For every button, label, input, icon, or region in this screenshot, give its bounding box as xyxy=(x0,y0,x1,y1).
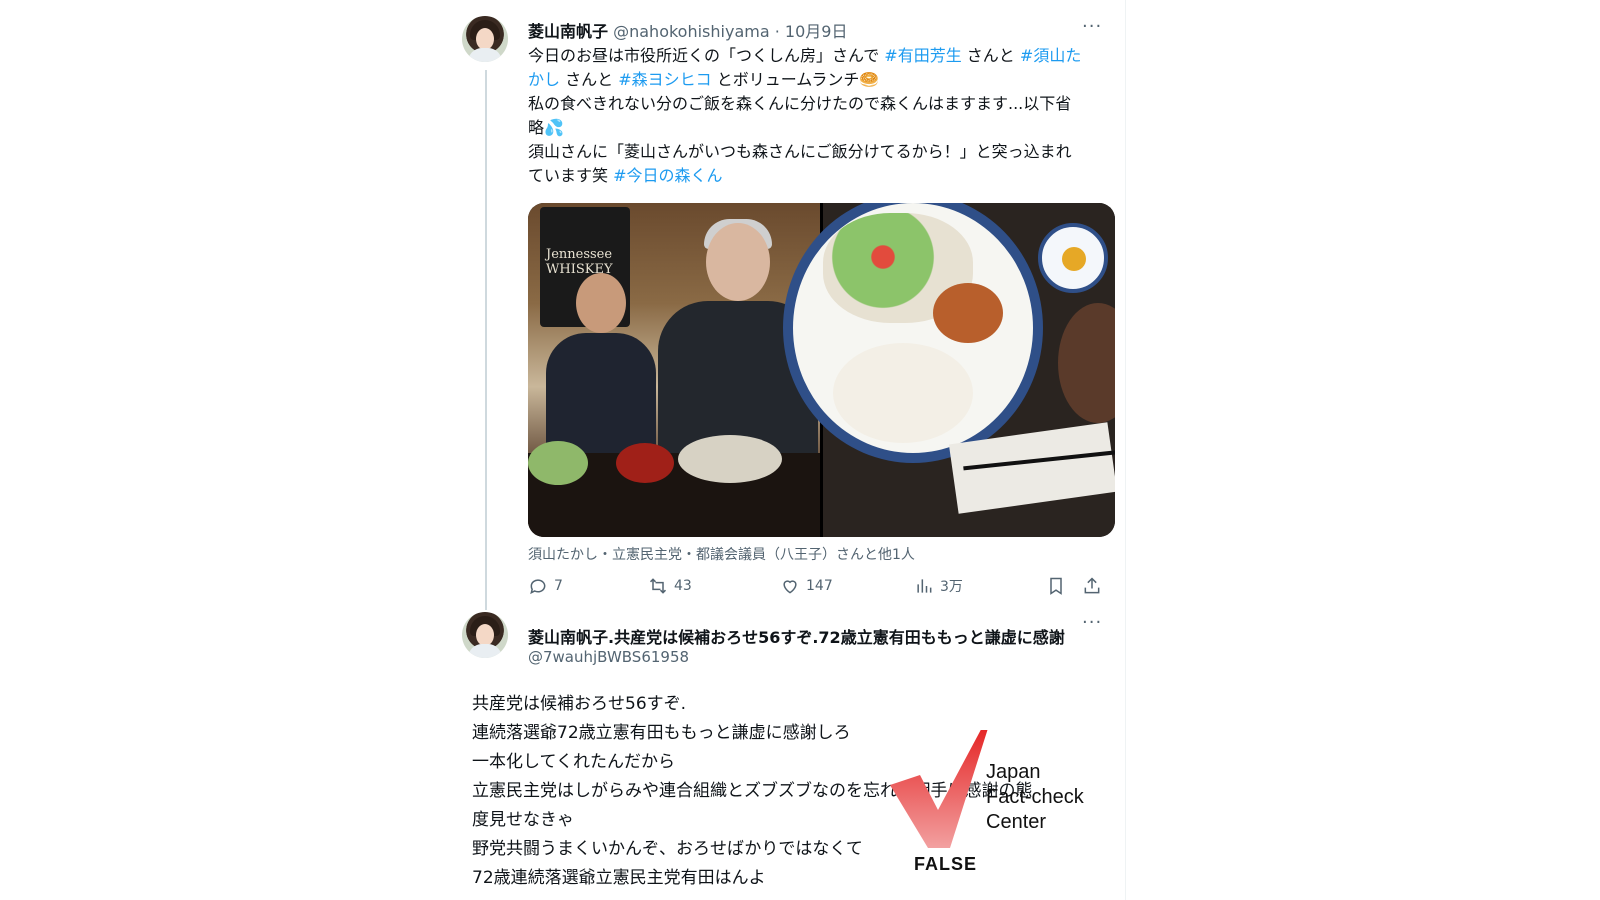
tweet-text-line: ています笑 #今日の森くん xyxy=(528,164,1103,188)
avatar[interactable] xyxy=(462,612,508,658)
org-name: Japan Fact-check Center xyxy=(986,760,1084,835)
hashtag-link[interactable]: かし xyxy=(528,70,560,89)
avatar[interactable] xyxy=(462,16,508,62)
display-name[interactable]: 菱山南帆子.共産党は候補おろせ56すぞ.72歳立憲有田ももっと謙虚に感謝 xyxy=(528,624,1065,648)
bookmark-icon xyxy=(1050,577,1062,595)
thread-connector-line xyxy=(485,70,487,610)
text-segment: とボリュームランチ🥯 xyxy=(711,70,880,89)
views-button[interactable]: 3万 xyxy=(914,576,963,596)
share-icon xyxy=(1084,577,1100,594)
tweet-media[interactable]: Jennessee WHISKEY xyxy=(528,203,1115,537)
action-bar: 7 43 147 3万 xyxy=(528,576,1116,600)
analytics-icon xyxy=(917,579,932,593)
verdict-label: FALSE xyxy=(914,854,978,874)
like-button[interactable]: 147 xyxy=(780,576,833,596)
display-name[interactable]: 菱山南帆子 xyxy=(528,22,608,41)
share-button[interactable] xyxy=(1082,576,1102,596)
tweet-text-line: 略💦 xyxy=(528,116,1103,140)
media-tag-caption[interactable]: 須山たかし・立憲民主党・都議会議員（八王子）さんと他1人 xyxy=(528,544,915,564)
bookmark-button[interactable] xyxy=(1046,576,1066,596)
text-segment: ています笑 xyxy=(528,166,614,185)
retweet-icon xyxy=(649,578,667,594)
text-segment: 私の食べきれない分のご飯を森くんに分けたので森くんはますます...以下省 xyxy=(528,94,1072,113)
text-segment: 今日のお昼は市役所近くの「つくしん房」さんで xyxy=(528,46,885,65)
tweet-text-line: 共産党は候補おろせ56すぞ. xyxy=(472,694,687,714)
more-options-icon[interactable]: ··· xyxy=(1082,16,1102,37)
org-line: Japan xyxy=(986,761,1041,783)
reply-count: 7 xyxy=(554,578,563,594)
tweet-text-line: 私の食べきれない分のご飯を森くんに分けたので森くんはますます...以下省 xyxy=(528,92,1103,116)
tweet-header: 菱山南帆子 @nahokohishiyama · 10月9日 xyxy=(528,18,847,42)
more-options-icon[interactable]: ··· xyxy=(1082,612,1102,633)
view-count: 3万 xyxy=(940,579,963,595)
photo-lunch-group[interactable]: Jennessee WHISKEY xyxy=(528,203,820,537)
hashtag-link[interactable]: #有田芳生 xyxy=(884,46,961,65)
org-line: Center xyxy=(986,811,1047,833)
fact-check-stamp: FALSE Japan Fact-check Center xyxy=(890,730,1120,890)
reply-icon xyxy=(530,579,546,595)
photo-lunch-plate[interactable] xyxy=(783,203,1115,537)
hashtag-link[interactable]: #今日の森くん xyxy=(613,166,722,185)
heart-icon xyxy=(783,580,797,594)
tweet-date[interactable]: 10月9日 xyxy=(785,22,848,41)
user-handle[interactable]: @7wauhjBWBS61958 xyxy=(528,648,689,666)
text-segment: さんと xyxy=(560,70,619,89)
hashtag-link[interactable]: #須山た xyxy=(1020,46,1081,65)
retweet-count: 43 xyxy=(674,578,692,594)
text-segment: 略💦 xyxy=(528,118,564,137)
checkmark-icon xyxy=(890,730,988,848)
tweet-text: 今日のお昼は市役所近くの「つくしん房」さんで #有田芳生 さんと #須山た かし … xyxy=(528,44,1103,188)
hashtag-link[interactable]: #森ヨシヒコ xyxy=(618,70,711,89)
reply-button[interactable]: 7 xyxy=(528,576,563,596)
retweet-button[interactable]: 43 xyxy=(648,576,692,596)
tweet-text-line: 今日のお昼は市役所近くの「つくしん房」さんで #有田芳生 さんと #須山た xyxy=(528,44,1103,68)
like-count: 147 xyxy=(806,578,833,594)
tweet-text-line: 須山さんに「菱山さんがいつも森さんにご飯分けてるから！」と突っ込まれ xyxy=(528,140,1103,164)
separator-dot: · xyxy=(774,22,780,41)
user-handle[interactable]: @nahokohishiyama xyxy=(613,22,770,41)
text-segment: 須山さんに「菱山さんがいつも森さんにご飯分けてるから！」と突っ込まれ xyxy=(528,142,1072,161)
tweet-text-line: かし さんと #森ヨシヒコ とボリュームランチ🥯 xyxy=(528,68,1103,92)
org-line: Fact-check xyxy=(986,786,1084,808)
text-segment: さんと xyxy=(961,46,1020,65)
